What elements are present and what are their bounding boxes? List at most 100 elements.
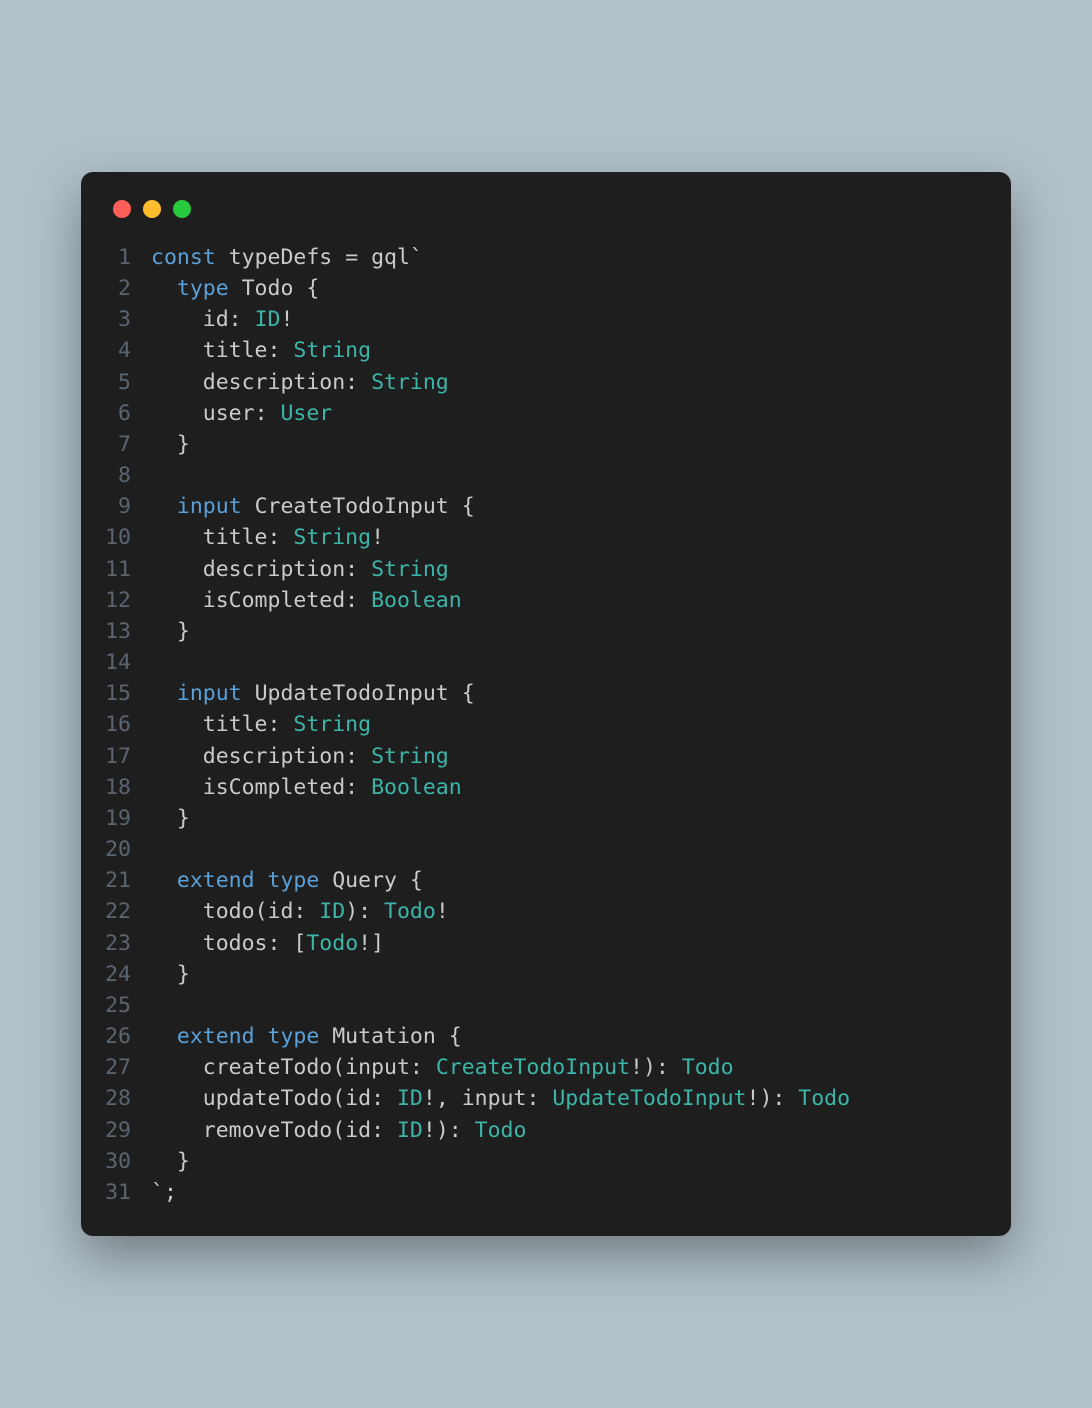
token: }: [177, 806, 190, 831]
token: String: [293, 338, 371, 363]
line-content: [151, 647, 164, 678]
line-number: 24: [105, 959, 151, 990]
line-number: 28: [105, 1083, 151, 1114]
line-number: 13: [105, 616, 151, 647]
minimize-icon[interactable]: [143, 200, 161, 218]
token: Boolean: [371, 775, 462, 800]
token: title: [203, 338, 268, 363]
line-number: 17: [105, 741, 151, 772]
token: [255, 1024, 268, 1049]
token: CreateTodoInput: [242, 494, 462, 519]
token: todo: [203, 899, 255, 924]
token: String: [371, 557, 449, 582]
token: ,: [436, 1086, 462, 1111]
line-content: user: User: [151, 398, 332, 429]
code-line: 9 input CreateTodoInput {: [105, 491, 987, 522]
token: ]: [371, 931, 384, 956]
code-line: 29 removeTodo(id: ID!): Todo: [105, 1115, 987, 1146]
line-number: 31: [105, 1177, 151, 1208]
line-content: createTodo(input: CreateTodoInput!): Tod…: [151, 1052, 734, 1083]
token: title: [203, 525, 268, 550]
token: ):: [643, 1055, 682, 1080]
code-block: 1const typeDefs = gql`2 type Todo {3 id:…: [105, 242, 987, 1208]
token: [151, 338, 203, 363]
code-line: 23 todos: [Todo!]: [105, 928, 987, 959]
token: }: [177, 432, 190, 457]
token: title: [203, 712, 268, 737]
code-line: 3 id: ID!: [105, 304, 987, 335]
token: [151, 899, 203, 924]
token: {: [462, 494, 475, 519]
token: description: [203, 557, 345, 582]
token: [151, 1149, 177, 1174]
token: :: [526, 1086, 552, 1111]
line-content: }: [151, 959, 190, 990]
token: =: [345, 245, 371, 270]
window-titlebar: [105, 200, 987, 218]
line-content: }: [151, 429, 190, 460]
maximize-icon[interactable]: [173, 200, 191, 218]
line-content: description: String: [151, 554, 449, 585]
token: :: [345, 370, 371, 395]
token: type: [268, 1024, 320, 1049]
token: }: [177, 619, 190, 644]
token: [151, 557, 203, 582]
code-line: 25: [105, 990, 987, 1021]
token: !: [371, 525, 384, 550]
token: (: [332, 1086, 345, 1111]
code-line: 7 }: [105, 429, 987, 460]
token: input: [177, 494, 242, 519]
line-content: title: String: [151, 335, 371, 366]
line-number: 20: [105, 834, 151, 865]
token: extend: [177, 1024, 255, 1049]
code-window: 1const typeDefs = gql`2 type Todo {3 id:…: [81, 172, 1011, 1236]
token: description: [203, 744, 345, 769]
line-content: todos: [Todo!]: [151, 928, 384, 959]
code-line: 31`;: [105, 1177, 987, 1208]
token: !: [436, 899, 449, 924]
token: UpdateTodoInput: [552, 1086, 746, 1111]
line-content: `;: [151, 1177, 177, 1208]
code-line: 13 }: [105, 616, 987, 647]
token: : [: [268, 931, 307, 956]
token: :: [371, 1118, 397, 1143]
token: }: [177, 962, 190, 987]
token: Mutation: [319, 1024, 448, 1049]
token: input: [462, 1086, 527, 1111]
code-line: 11 description: String: [105, 554, 987, 585]
token: !: [358, 931, 371, 956]
line-content: [151, 460, 164, 491]
line-number: 6: [105, 398, 151, 429]
line-number: 23: [105, 928, 151, 959]
token: description: [203, 370, 345, 395]
token: :: [255, 401, 281, 426]
token: createTodo: [203, 1055, 332, 1080]
code-line: 22 todo(id: ID): Todo!: [105, 896, 987, 927]
token: ID: [255, 307, 281, 332]
line-content: input CreateTodoInput {: [151, 491, 475, 522]
token: `: [151, 1180, 164, 1205]
code-line: 18 isCompleted: Boolean: [105, 772, 987, 803]
token: input: [345, 1055, 410, 1080]
token: Boolean: [371, 588, 462, 613]
token: const: [151, 245, 216, 270]
line-content: description: String: [151, 367, 449, 398]
token: [151, 1055, 203, 1080]
token: {: [306, 276, 319, 301]
line-number: 16: [105, 709, 151, 740]
token: [151, 712, 203, 737]
close-icon[interactable]: [113, 200, 131, 218]
token: !: [630, 1055, 643, 1080]
code-line: 28 updateTodo(id: ID!, input: UpdateTodo…: [105, 1083, 987, 1114]
code-line: 10 title: String!: [105, 522, 987, 553]
token: UpdateTodoInput: [242, 681, 462, 706]
token: [151, 1118, 203, 1143]
code-line: 15 input UpdateTodoInput {: [105, 678, 987, 709]
token: :: [345, 557, 371, 582]
line-number: 18: [105, 772, 151, 803]
token: [151, 744, 203, 769]
token: input: [177, 681, 242, 706]
token: Todo: [475, 1118, 527, 1143]
token: !: [747, 1086, 760, 1111]
token: (: [332, 1118, 345, 1143]
